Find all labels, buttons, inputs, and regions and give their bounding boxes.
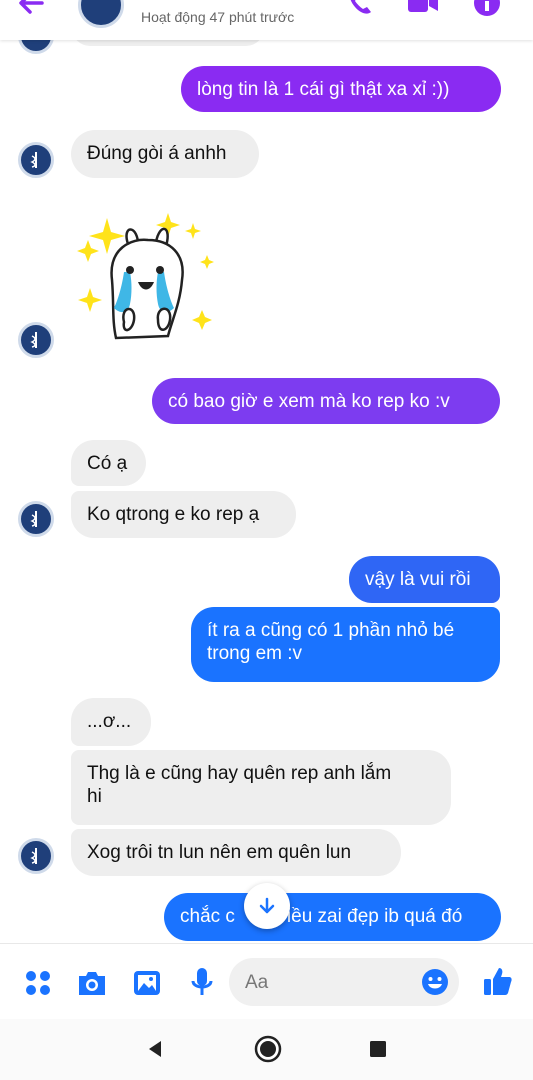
message-input[interactable]: Aa — [229, 958, 459, 1006]
message-text: có bao giờ e xem mà ko rep ko :v — [168, 391, 450, 412]
message-bubble-partial[interactable] — [72, 40, 264, 46]
bunny-sticker[interactable] — [72, 208, 222, 358]
nav-back-icon[interactable] — [145, 1039, 165, 1064]
phone-icon[interactable] — [345, 0, 375, 23]
image-icon[interactable] — [132, 968, 162, 1003]
message-text: ...ơ... — [87, 711, 132, 732]
message-bubble-incoming[interactable]: Xog trôi tn lun nên em quên lun — [71, 829, 401, 876]
emoji-icon[interactable] — [421, 968, 449, 1001]
message-bubble-outgoing[interactable]: ít ra a cũng có 1 phần nhỏ bé trong em :… — [191, 607, 500, 682]
message-bubble-outgoing[interactable]: vậy là vui rồi — [349, 556, 500, 603]
message-bubble-incoming[interactable]: Thg là e cũng hay quên rep anh lắm hi — [71, 750, 451, 825]
message-bubble-incoming[interactable]: Đúng gòi á anhh — [71, 130, 259, 178]
chat-header: Hoạt động 47 phút trước — [0, 0, 533, 40]
message-text: Có ạ — [87, 453, 128, 474]
message-bubble-outgoing[interactable]: lòng tin là 1 cái gì thật xa xỉ :)) — [181, 66, 501, 112]
message-text: Xog trôi tn lun nên em quên lun — [87, 842, 352, 863]
contact-avatar — [18, 838, 54, 874]
back-arrow-icon[interactable] — [16, 0, 46, 23]
system-nav-bar — [0, 1019, 533, 1080]
message-text: chắc c — [180, 906, 235, 927]
message-bubble-incoming[interactable]: ...ơ... — [71, 698, 151, 746]
message-text: lòng tin là 1 cái gì thật xa xỉ :)) — [197, 79, 450, 100]
message-text: hi — [87, 786, 102, 807]
thumbs-up-icon[interactable] — [482, 965, 514, 1002]
message-text: Thg là e cũng hay quên rep anh lắm — [87, 763, 392, 784]
message-text: iều zai đẹp ib quá đó — [286, 906, 463, 927]
nav-recents-icon[interactable] — [369, 1040, 387, 1063]
message-composer: Aa — [0, 943, 533, 1020]
message-text: Ko qtrong e ko rep ạ — [87, 504, 260, 525]
message-text: Đúng gòi á anhh — [87, 143, 227, 164]
menu-dots-icon[interactable] — [24, 969, 52, 1002]
contact-avatar — [18, 142, 54, 178]
video-icon[interactable] — [405, 0, 441, 23]
nav-home-icon[interactable] — [254, 1035, 282, 1068]
camera-icon[interactable] — [76, 969, 108, 1002]
message-list[interactable]: lòng tin là 1 cái gì thật xa xỉ :)) Đúng… — [0, 40, 533, 943]
active-status: Hoạt động 47 phút trước — [141, 9, 295, 25]
mic-icon[interactable] — [189, 966, 215, 1003]
contact-avatar — [18, 322, 54, 358]
message-bubble-incoming[interactable]: Có ạ — [71, 440, 146, 486]
contact-avatar — [18, 501, 54, 537]
contact-avatar — [18, 40, 54, 54]
message-input-placeholder: Aa — [245, 972, 269, 993]
contact-avatar[interactable] — [78, 0, 124, 28]
info-icon[interactable] — [472, 0, 502, 23]
message-bubble-outgoing[interactable]: chắc c iều zai đẹp ib quá đó — [164, 893, 501, 941]
message-bubble-outgoing[interactable]: có bao giờ e xem mà ko rep ko :v — [152, 378, 500, 424]
message-text: vậy là vui rồi — [365, 569, 471, 590]
message-bubble-incoming[interactable]: Ko qtrong e ko rep ạ — [71, 491, 296, 538]
message-text: ít ra a cũng có 1 phần nhỏ bé — [207, 620, 455, 641]
message-text: trong em :v — [207, 643, 303, 664]
scroll-down-button[interactable] — [244, 883, 290, 929]
